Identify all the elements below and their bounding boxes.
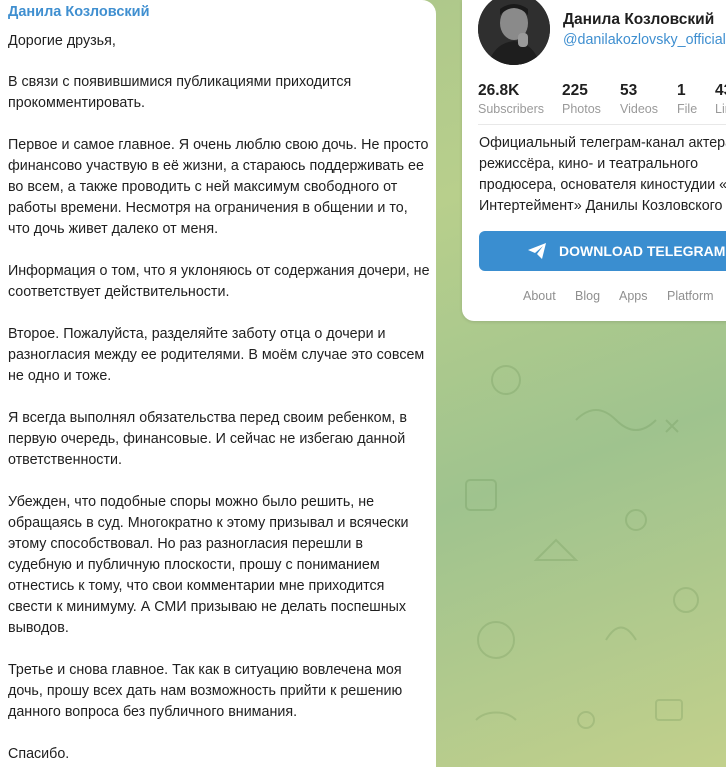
message-line: ответственности. xyxy=(8,452,122,468)
message-paragraph: Спасибо. xyxy=(8,744,428,765)
message-line: данного вопроса без публичного внимания. xyxy=(8,704,298,720)
message-line: прокомментировать. xyxy=(8,95,145,111)
message-paragraph: В связи с появившимися публикациями прих… xyxy=(8,72,428,114)
description-line: режиссёра, кино- и театрального xyxy=(479,156,699,172)
description-line: продюсера, основателя киностудии «Д xyxy=(479,177,726,193)
message-line: В связи с появившимися публикациями прих… xyxy=(8,74,352,90)
message-line: Убежден, что подобные споры можно было р… xyxy=(8,494,375,510)
channel-avatar[interactable] xyxy=(478,0,550,65)
message-line: работы времени. Несмотря на ограничения … xyxy=(8,200,408,216)
message-paragraph: Убежден, что подобные споры можно было р… xyxy=(8,492,428,639)
message-line: во всем, а также проводить с ней максиму… xyxy=(8,179,398,195)
message-line: соответствует действительности. xyxy=(8,284,230,300)
message-line: Я всегда выполнял обязательства перед св… xyxy=(8,410,407,426)
stat-files-value[interactable]: 1 xyxy=(677,82,686,100)
message-line: дочь, прошу всех дать нам возможность пр… xyxy=(8,683,403,699)
channel-description: Официальный телеграм-канал актера, режис… xyxy=(479,133,726,217)
download-telegram-button[interactable]: DOWNLOAD TELEGRAM xyxy=(479,231,726,271)
card-divider xyxy=(478,124,726,125)
description-line: Интертеймент» Данилы Козловского xyxy=(479,198,723,214)
message-line: Второе. Пожалуйста, разделяйте заботу от… xyxy=(8,326,386,342)
message-line: судебную и публичную плоскости, прошу с … xyxy=(8,557,380,573)
stat-subscribers-value: 26.8K xyxy=(478,82,520,99)
message-paragraph: Дорогие друзья, xyxy=(8,31,428,52)
channel-name: Данила Козловский xyxy=(563,11,715,28)
message-line: обращаясь в суд. Многократно к этому при… xyxy=(8,515,409,531)
message-line: этому способствовал. Но раз разногласия … xyxy=(8,536,363,552)
message-line: не одно и тоже. xyxy=(8,368,112,384)
message-bubble: Данила Козловский Дорогие друзья, В связи… xyxy=(0,0,436,767)
stat-videos-value[interactable]: 53 xyxy=(620,82,637,100)
stat-videos-label[interactable]: Videos xyxy=(620,102,658,116)
message-line: Третье и снова главное. Так как в ситуац… xyxy=(8,662,402,678)
message-line: отнестись к тому, что свои комментарии м… xyxy=(8,578,385,594)
message-paragraph: Второе. Пожалуйста, разделяйте заботу от… xyxy=(8,324,428,387)
footer-link-platform[interactable]: Platform xyxy=(667,289,714,303)
message-line: Первое и самое главное. Я очень люблю св… xyxy=(8,137,429,153)
message-line: первую очередь, финансовые. И сейчас не … xyxy=(8,431,406,447)
stat-links-label[interactable]: Links xyxy=(715,102,726,116)
message-line: Спасибо. xyxy=(8,746,70,762)
stat-photos-value[interactable]: 225 xyxy=(562,82,588,100)
footer-link-about[interactable]: About xyxy=(523,289,556,303)
footer-link-blog[interactable]: Blog xyxy=(575,289,600,303)
message-paragraph: Я всегда выполнял обязательства перед св… xyxy=(8,408,428,471)
message-paragraph: Первое и самое главное. Я очень люблю св… xyxy=(8,135,429,240)
message-paragraph: Информация о том, что я уклоняюсь от сод… xyxy=(8,261,430,303)
footer-link-apps[interactable]: Apps xyxy=(619,289,648,303)
message-line: Дорогие друзья, xyxy=(8,33,116,49)
stat-files-label[interactable]: File xyxy=(677,102,697,116)
message-author[interactable]: Данила Козловский xyxy=(8,4,149,20)
download-telegram-label: DOWNLOAD TELEGRAM xyxy=(559,243,726,259)
message-line: что дочь живет далеко от меня. xyxy=(8,221,219,237)
message-line: свести к минимуму. А СМИ призываю не дел… xyxy=(8,599,407,615)
message-line: Информация о том, что я уклоняюсь от сод… xyxy=(8,263,430,279)
message-line: финансово участвую в её жизни, а стараюс… xyxy=(8,158,424,174)
description-line: Официальный телеграм-канал актера, xyxy=(479,135,726,151)
paper-plane-icon xyxy=(528,243,546,259)
stat-subscribers-label: Subscribers xyxy=(478,102,544,116)
message-paragraph: Третье и снова главное. Так как в ситуац… xyxy=(8,660,428,723)
channel-handle[interactable]: @danilakozlovsky_official xyxy=(563,32,726,48)
stat-photos-label[interactable]: Photos xyxy=(562,102,601,116)
avatar-photo xyxy=(478,0,550,65)
message-line: разногласия между ее родителями. В моём … xyxy=(8,347,425,363)
message-line: выводов. xyxy=(8,620,69,636)
channel-card: Данила Козловский @danilakozlovsky_offic… xyxy=(462,0,726,321)
stat-links-value[interactable]: 43 xyxy=(715,82,726,100)
